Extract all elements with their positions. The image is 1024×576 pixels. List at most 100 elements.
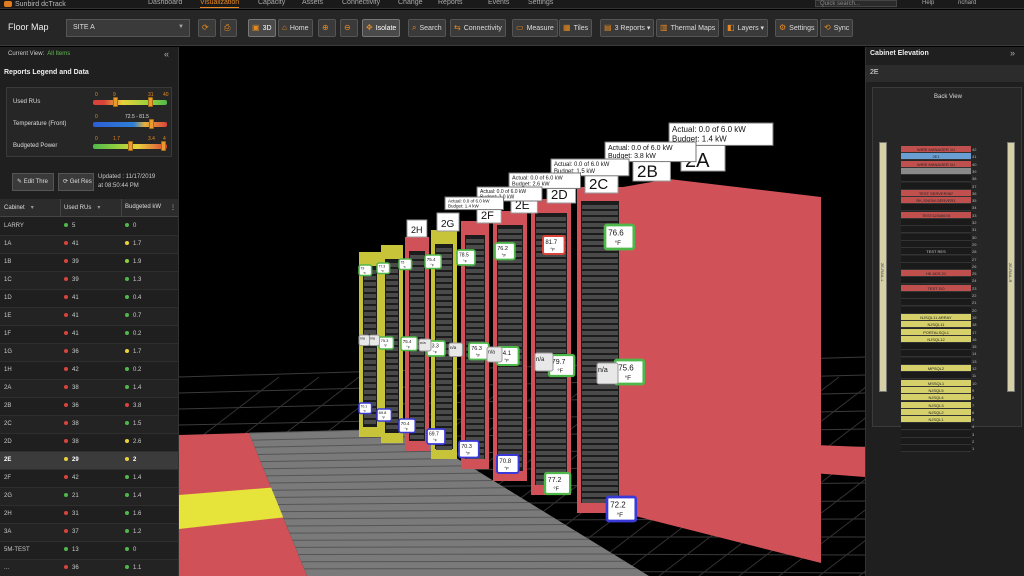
table-row[interactable]: 2D 38 2.6 bbox=[0, 434, 178, 452]
table-row[interactable]: 2H 31 1.6 bbox=[0, 506, 178, 524]
nav-tab-events[interactable]: Events bbox=[488, 0, 509, 8]
quick-search-input[interactable]: Quick search... bbox=[815, 0, 897, 7]
nav-tab-connectivity[interactable]: Connectivity bbox=[342, 0, 380, 8]
table-row[interactable]: 1G 36 1.7 bbox=[0, 344, 178, 362]
temperature-sensor-na[interactable]: n/a bbox=[596, 362, 619, 385]
sync-button[interactable]: ⟲ Sync bbox=[820, 19, 854, 37]
table-row[interactable]: ... 36 1.1 bbox=[0, 560, 178, 576]
layers-button[interactable]: ◧ Layers ▾ bbox=[723, 19, 769, 37]
rack-device[interactable]: TEST DO bbox=[901, 284, 971, 292]
temperature-sensor[interactable]: 70.1°F bbox=[358, 402, 373, 415]
get-results-button[interactable]: ⟳ Get Res bbox=[58, 173, 94, 191]
table-row[interactable]: 2C 38 1.5 bbox=[0, 416, 178, 434]
tiles-button[interactable]: ▦ Tiles bbox=[559, 19, 593, 37]
rack-device[interactable]: NJSQL5 bbox=[901, 386, 971, 394]
temperature-sensor[interactable]: 76.6 °F bbox=[603, 223, 636, 251]
temperature-sensor[interactable]: 70.3°F bbox=[458, 440, 480, 459]
temperature-sensor-na[interactable]: n/a bbox=[448, 342, 463, 357]
nav-tab-capacity[interactable]: Capacity bbox=[258, 0, 285, 8]
table-row[interactable]: 1D 41 0.4 bbox=[0, 290, 178, 308]
table-row[interactable]: LARRY 5 0 bbox=[0, 218, 178, 236]
rack-device[interactable]: NJSQL4 bbox=[901, 394, 971, 402]
edit-thresholds-button[interactable]: ✎ Edit Thre bbox=[12, 173, 54, 191]
table-row[interactable]: 1H 42 0.2 bbox=[0, 362, 178, 380]
refresh-button[interactable]: ⟳ bbox=[198, 19, 216, 37]
print-button[interactable]: ⎙ bbox=[220, 19, 238, 37]
temperature-sensor[interactable]: 81.7°F bbox=[542, 235, 566, 255]
threshold-slider-handle[interactable] bbox=[113, 97, 118, 107]
temperature-sensor[interactable]: 76.2°F bbox=[494, 242, 516, 261]
nav-tab-assets[interactable]: Assets bbox=[302, 0, 323, 8]
measure-button[interactable]: ▭ Measure bbox=[512, 19, 558, 37]
table-row[interactable]: 1E 41 0.7 bbox=[0, 308, 178, 326]
rack-device[interactable]: TEST SERVER987 bbox=[901, 189, 971, 197]
rack-device[interactable]: WIRE MANAGER 1U bbox=[901, 160, 971, 168]
table-row[interactable]: 1F 41 0.2 bbox=[0, 326, 178, 344]
search-button[interactable]: ⌕ Search bbox=[408, 19, 446, 37]
temperature-sensor[interactable]: 75.4°F bbox=[400, 336, 418, 352]
3d-scene[interactable]: 2A2B2C2D2E2F2G2HActual: 0.0 of 6.0 kWBud… bbox=[179, 47, 865, 576]
connectivity-button[interactable]: ⇆ Connectivity bbox=[450, 19, 506, 37]
temperature-sensor-na[interactable]: n/a bbox=[418, 338, 432, 352]
temperature-sensor-na[interactable]: n/a bbox=[486, 346, 503, 363]
rack-device[interactable]: NJSQL2 bbox=[901, 408, 971, 416]
nav-tab-reports[interactable]: Reports bbox=[438, 0, 463, 8]
collapse-right-icon[interactable]: » bbox=[1010, 48, 1015, 58]
rack-device[interactable]: NJSQL3 bbox=[901, 401, 971, 409]
table-row[interactable]: 2F 42 1.4 bbox=[0, 470, 178, 488]
help-link[interactable]: Help bbox=[922, 0, 934, 6]
settings-button[interactable]: ⚙ Settings bbox=[775, 19, 819, 37]
table-row[interactable]: 2A 38 1.4 bbox=[0, 380, 178, 398]
current-view-value[interactable]: All Items bbox=[47, 51, 70, 57]
rack-device[interactable]: RK-SNOW-SERVER1 bbox=[901, 197, 971, 205]
table-row[interactable]: 1B 39 1.9 bbox=[0, 254, 178, 272]
rack-device[interactable]: TEST RES bbox=[901, 248, 971, 256]
home-button[interactable]: ⌂ Home bbox=[278, 19, 313, 37]
table-row[interactable]: 3A 37 1.2 bbox=[0, 524, 178, 542]
thermal-maps-button[interactable]: ▥ Thermal Maps bbox=[656, 19, 720, 37]
collapse-left-icon[interactable]: « bbox=[164, 49, 169, 59]
column-header-used-rus[interactable]: Used RUs ▾ bbox=[64, 204, 100, 211]
reports-button[interactable]: ▤ 3 Reports ▾ bbox=[600, 19, 655, 37]
rack-device[interactable]: 2E1 bbox=[901, 153, 971, 161]
cabinet-2A-side[interactable] bbox=[623, 179, 821, 563]
column-header-budgeted-kw[interactable]: Budgeted kW bbox=[125, 204, 161, 210]
rack-device[interactable]: NJSQL11 ARRAY bbox=[901, 313, 971, 321]
floor-map-3d-view[interactable]: 2A 2B 2C 2D 2E 2F 2G 2H Actual: 0.0 of 6.0 kW Bud… bbox=[179, 47, 865, 576]
temperature-sensor-na[interactable]: n/a bbox=[368, 334, 380, 346]
rack-device[interactable]: HK ADS 21 bbox=[901, 270, 971, 278]
column-menu-icon[interactable]: ⋮ bbox=[170, 204, 176, 211]
3d-button[interactable]: ▣ 3D bbox=[248, 19, 276, 37]
site-select[interactable]: SITE A ▼ bbox=[66, 19, 190, 37]
temperature-sensor[interactable]: 77.3°F bbox=[376, 262, 391, 275]
threshold-slider-handle[interactable] bbox=[128, 141, 133, 151]
table-row[interactable]: 2G 21 1.4 bbox=[0, 488, 178, 506]
nav-tab-change[interactable]: Change bbox=[398, 0, 423, 8]
temperature-sensor[interactable]: 69.7°F bbox=[426, 428, 446, 445]
temperature-sensor[interactable]: 75.3°F bbox=[378, 336, 395, 350]
column-header-cabinet[interactable]: Cabinet ▾ bbox=[4, 204, 34, 211]
temperature-sensor[interactable]: 75.4°F bbox=[424, 254, 442, 270]
temperature-sensor[interactable]: 75.6 °F bbox=[613, 358, 646, 386]
rack-device[interactable]: PORTALSQL1 bbox=[901, 328, 971, 336]
table-row[interactable]: 1A 41 1.7 bbox=[0, 236, 178, 254]
rack-device[interactable]: NJSQL1 bbox=[901, 416, 971, 424]
zoom-out-button[interactable]: ⊖ bbox=[340, 19, 358, 37]
temperature-sensor[interactable]: 77.2 °F bbox=[543, 471, 572, 496]
temperature-sensor[interactable]: 76.3°F bbox=[468, 342, 490, 361]
isolate-button[interactable]: ✥ Isolate bbox=[362, 19, 401, 37]
threshold-slider-handle[interactable] bbox=[161, 141, 166, 151]
table-row[interactable]: 2B 36 3.8 bbox=[0, 398, 178, 416]
table-row[interactable]: 2E 29 2 bbox=[0, 452, 178, 470]
zoom-in-button[interactable]: ⊕ bbox=[318, 19, 336, 37]
table-row[interactable]: 1C 39 1.3 bbox=[0, 272, 178, 290]
threshold-slider-handle[interactable] bbox=[148, 97, 153, 107]
temperature-sensor[interactable]: 69.8°F bbox=[376, 408, 393, 422]
temperature-sensor[interactable]: 75°F bbox=[398, 258, 413, 271]
rack-device[interactable]: MSSQL1 bbox=[901, 379, 971, 387]
rack-device[interactable] bbox=[901, 167, 971, 175]
rack-device[interactable]: NJSQL11 bbox=[901, 321, 971, 329]
brand-logo[interactable]: Sunbird dcTrack bbox=[4, 0, 66, 8]
user-menu[interactable]: richard bbox=[958, 0, 976, 6]
temperature-sensor[interactable]: 72.2 °F bbox=[605, 495, 638, 523]
